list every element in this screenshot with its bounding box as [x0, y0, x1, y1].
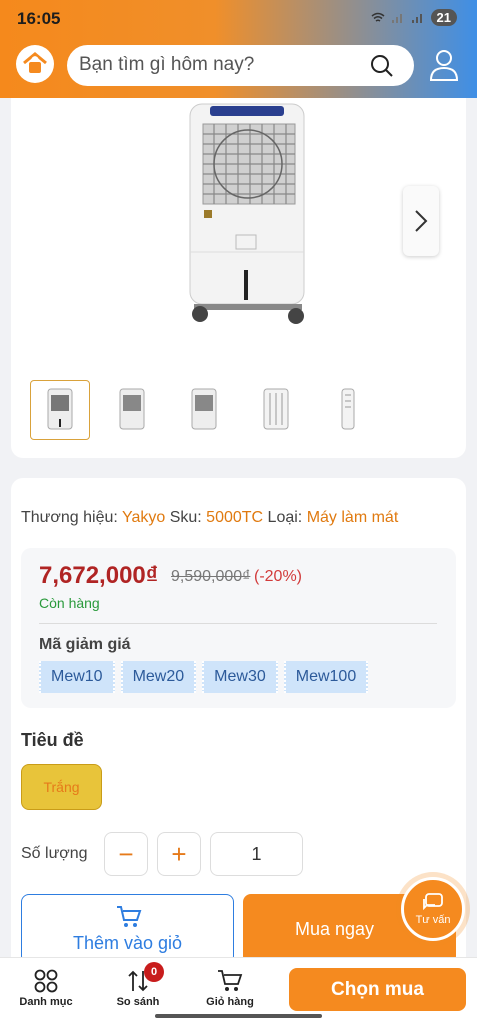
current-price: 7,672,000₫: [39, 562, 159, 589]
thumbnail-4[interactable]: [246, 380, 306, 440]
sku-label: Sku:: [169, 509, 202, 526]
thumbnail-2[interactable]: [102, 380, 162, 440]
thumbnail-3[interactable]: [174, 380, 234, 440]
nav-compare-label: So sánh: [116, 996, 160, 1008]
type-value[interactable]: Máy làm mát: [307, 509, 399, 526]
grid-icon: [34, 969, 58, 993]
product-thumbnail-icon: [263, 388, 289, 430]
coupon-label: Mã giảm giá: [39, 636, 131, 653]
user-icon[interactable]: [428, 48, 460, 82]
signal-icon-2: [411, 13, 422, 23]
product-meta: Thương hiệu: Yakyo Sku: 5000TC Loại: Máy…: [21, 509, 398, 527]
product-info: Thương hiệu: Yakyo Sku: 5000TC Loại: Máy…: [11, 478, 466, 1024]
variant-title: Tiêu đề: [21, 730, 84, 750]
quantity-plus-button[interactable]: +: [157, 832, 201, 876]
nav-compare[interactable]: 0 So sánh: [98, 962, 178, 1008]
chevron-right-icon: [415, 210, 428, 232]
coupon-mew10[interactable]: Mew10: [39, 661, 115, 693]
next-image-button[interactable]: [403, 186, 439, 256]
compare-badge: 0: [144, 962, 164, 982]
home-logo[interactable]: [16, 45, 54, 83]
nav-cart[interactable]: Giỏ hàng: [190, 966, 270, 1008]
coupon-mew30[interactable]: Mew30: [202, 661, 278, 693]
sku-value: 5000TC: [206, 509, 264, 526]
divider: [39, 623, 437, 624]
search-icon[interactable]: [370, 54, 394, 78]
product-gallery: [11, 98, 466, 458]
old-price: 9,590,000₫: [171, 568, 251, 585]
gesture-bar: [155, 1014, 322, 1018]
thumbnail-1[interactable]: [30, 380, 90, 440]
advise-chat-button[interactable]: Tư vấn: [401, 877, 465, 941]
quantity-minus-button[interactable]: −: [104, 832, 148, 876]
price-box: 7,672,000₫ 9,590,000₫ (-20%) Còn hàng Mã…: [21, 548, 456, 708]
brand-value[interactable]: Yakyo: [122, 509, 165, 526]
product-image-air-cooler[interactable]: [176, 100, 326, 330]
thumbnail-5[interactable]: [318, 380, 378, 440]
cart-icon: [218, 970, 243, 991]
stock-status: Còn hàng: [39, 595, 100, 611]
nav-categories[interactable]: Danh mục: [6, 966, 86, 1008]
discount-percent: (-20%): [254, 568, 303, 585]
product-thumbnail-icon: [191, 388, 217, 430]
bottom-nav: Danh mục 0 So sánh Giỏ hàng Chọn mua: [0, 957, 477, 1024]
status-bar: 16:05 21: [0, 0, 477, 34]
status-icons: 21: [371, 9, 457, 26]
product-thumbnail-icon: [119, 388, 145, 430]
top-header: 16:05 21: [0, 0, 477, 98]
nav-cart-label: Giỏ hàng: [206, 996, 254, 1008]
product-thumbnail-icon: [341, 388, 355, 430]
coupon-mew100[interactable]: Mew100: [283, 661, 369, 693]
nav-categories-label: Danh mục: [19, 996, 73, 1008]
wifi-icon: [371, 12, 385, 22]
choose-buy-button[interactable]: Chọn mua: [289, 968, 466, 1011]
battery-badge: 21: [430, 9, 457, 26]
status-time: 16:05: [17, 9, 61, 28]
add-to-cart-button[interactable]: Thêm vào giỏ: [21, 894, 234, 964]
advise-label: Tư vấn: [415, 914, 451, 926]
coupon-mew20[interactable]: Mew20: [120, 661, 197, 693]
brand-label: Thương hiệu:: [21, 509, 118, 526]
search-input[interactable]: [79, 51, 359, 79]
search-bar[interactable]: [67, 45, 414, 86]
quantity-input[interactable]: 1: [210, 832, 303, 876]
product-thumbnail-icon: [47, 388, 73, 430]
shopping-bag-icon: [23, 52, 47, 73]
variant-option-white[interactable]: Trắng: [21, 764, 102, 810]
add-to-cart-label: Thêm vào giỏ: [72, 933, 183, 953]
thumbnail-strip: [30, 380, 378, 440]
chat-icon: [423, 893, 443, 911]
type-label: Loại:: [267, 509, 303, 526]
coupon-list: Mew10 Mew20 Mew30 Mew100: [39, 661, 369, 693]
cart-icon: [117, 906, 142, 927]
signal-icon: [391, 13, 402, 23]
quantity-label: Số lượng: [21, 845, 88, 862]
